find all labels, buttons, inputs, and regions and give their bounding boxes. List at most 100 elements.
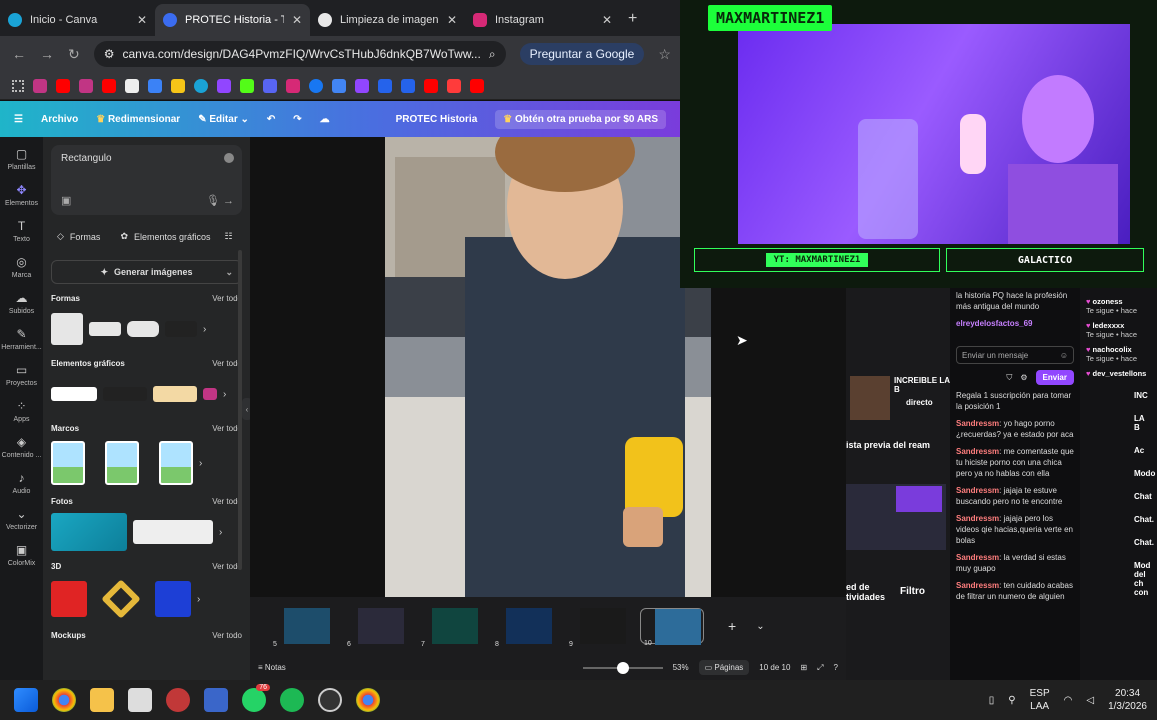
network-icon[interactable]: ⚲ <box>1008 695 1015 706</box>
tape-graphic[interactable] <box>153 386 197 402</box>
wifi-icon[interactable]: ◠ <box>1064 695 1073 706</box>
volume-icon[interactable]: ◁ <box>1086 695 1094 706</box>
file-menu[interactable]: Archivo <box>41 114 78 125</box>
bookmark-star-icon[interactable]: ☆ <box>658 46 671 63</box>
generate-images-button[interactable]: ✦ Generar imágenes ⌄ <box>51 260 242 284</box>
chevron-right-icon[interactable]: › <box>223 389 226 400</box>
rail-item-6[interactable]: ▭ Proyectos <box>0 363 43 387</box>
rail-item-9[interactable]: ♪ Audio <box>0 471 43 495</box>
chat-user[interactable]: Sandressm <box>956 581 999 590</box>
help-icon[interactable]: ? <box>834 663 838 672</box>
rail-item-4[interactable]: ☁ Subidos <box>0 291 43 315</box>
chatgpt-icon[interactable] <box>125 78 139 93</box>
blue-texture-photo[interactable] <box>51 513 127 551</box>
chat-input[interactable]: Enviar un mensaje ☺ <box>956 346 1074 364</box>
landscape-frame[interactable] <box>159 441 193 485</box>
side-label[interactable]: Chat. <box>1134 538 1154 547</box>
youtube-icon[interactable] <box>56 78 70 93</box>
whatsapp-icon[interactable]: 76 <box>242 684 270 712</box>
close-tab-icon[interactable]: ✕ <box>602 13 612 27</box>
microphone-icon[interactable]: 🎙 <box>206 195 220 207</box>
side-label[interactable]: Mod del ch con <box>1134 561 1151 597</box>
back-icon[interactable]: ← <box>12 46 26 62</box>
rail-item-11[interactable]: ▣ ColorMix <box>0 543 43 567</box>
side-label[interactable]: Chat. <box>1134 515 1154 524</box>
chat-user[interactable]: Sandressm <box>956 447 999 456</box>
page-thumbnail[interactable]: 9 <box>566 608 630 648</box>
zoom-slider[interactable] <box>582 661 663 674</box>
follow-event[interactable]: ♥ nachocolix Te sigue • hace <box>1080 342 1157 366</box>
side-label[interactable]: INC <box>1134 391 1151 400</box>
battery-icon[interactable]: ▯ <box>989 695 995 706</box>
page-thumbnail[interactable]: 7 <box>418 608 482 648</box>
notes-button[interactable]: ≡ Notas <box>258 663 286 672</box>
canva-icon[interactable] <box>194 78 208 93</box>
chat-user[interactable]: elreydelosfactos_69 <box>956 319 1033 328</box>
rectangle-shape[interactable] <box>89 322 121 336</box>
rail-item-8[interactable]: ◈ Contenido ... <box>0 435 43 459</box>
landscape-frame[interactable] <box>51 441 85 485</box>
redo-icon[interactable]: ↷ <box>293 114 301 125</box>
calculator-icon[interactable] <box>204 688 228 712</box>
clear-search-icon[interactable] <box>224 153 234 163</box>
fullscreen-icon[interactable]: ⤢ <box>817 663 823 673</box>
page-thumbnail[interactable]: 6 <box>344 608 408 648</box>
apps-grid-icon[interactable] <box>12 79 24 92</box>
emote-icon[interactable]: ☺ <box>1060 351 1068 360</box>
dark-graphic[interactable] <box>103 387 147 401</box>
resize-button[interactable]: ♛ Redimensionar <box>96 114 180 125</box>
paper-texture-photo[interactable] <box>133 520 213 544</box>
chat-user[interactable]: Sandressm <box>956 419 999 428</box>
follow-event[interactable]: ♥ ledexxxx Te sigue • hace <box>1080 318 1157 342</box>
zoom-search-icon[interactable]: ⌕ <box>489 47 496 62</box>
rail-item-10[interactable]: ⌄ Vectorizer <box>0 507 43 531</box>
bookmark-icon[interactable] <box>378 78 392 93</box>
close-tab-icon[interactable]: ✕ <box>137 13 147 27</box>
follow-event[interactable]: ♥ dev_vestellons <box>1080 366 1157 381</box>
square-shape[interactable] <box>51 313 83 345</box>
design-page-photo[interactable] <box>385 137 711 597</box>
close-tab-icon[interactable]: ✕ <box>447 13 457 27</box>
chat-user[interactable]: Sandressm <box>956 486 999 495</box>
facebook-icon[interactable] <box>309 78 323 93</box>
dark-rectangle-shape[interactable] <box>165 321 197 337</box>
close-tab-icon[interactable]: ✕ <box>292 13 302 27</box>
rail-item-7[interactable]: ⁘ Apps <box>0 399 43 423</box>
page-thumbnail[interactable]: 10 <box>640 608 704 647</box>
rail-item-1[interactable]: ✥ Elementos <box>0 183 43 207</box>
side-label[interactable]: Ac <box>1134 446 1151 455</box>
bookmark-icon[interactable] <box>79 78 93 93</box>
page-thumbnail[interactable]: 5 <box>270 608 334 648</box>
twitch-icon[interactable] <box>355 78 369 93</box>
rail-item-3[interactable]: ◎ Marca <box>0 255 43 279</box>
shapes-chip[interactable]: ◇ Formas <box>51 227 106 246</box>
submit-arrow-icon[interactable]: → <box>223 195 234 207</box>
obs-icon[interactable] <box>318 688 342 712</box>
red-cube-3d[interactable] <box>51 581 87 617</box>
follow-event[interactable]: ♥ ozoness Te sigue • hace <box>1080 294 1157 318</box>
ask-google-button[interactable]: Preguntar a Google <box>519 43 645 65</box>
tab-protec-historia[interactable]: PROTEC Historia - Tu ✕ <box>155 4 310 36</box>
instagram-icon[interactable] <box>286 78 300 93</box>
chat-user[interactable]: Sandressm <box>956 514 999 523</box>
chevron-right-icon[interactable]: › <box>199 458 202 469</box>
language-indicator[interactable]: ESP LAA <box>1030 687 1050 713</box>
chevron-down-icon[interactable]: ⌄ <box>756 621 764 632</box>
rail-item-5[interactable]: ✎ Herramient... <box>0 327 43 351</box>
image-search-icon[interactable]: ▣ <box>61 194 71 207</box>
url-field[interactable]: ⚙ canva.com/design/DAG4PvmzFIQ/WrvCsTHub… <box>93 41 506 67</box>
bookmark-icon[interactable] <box>401 78 415 93</box>
blue-cube-3d[interactable] <box>155 581 191 617</box>
white-bar-graphic[interactable] <box>51 387 97 401</box>
chat-user[interactable]: Sandressm <box>956 553 999 562</box>
cloud-saved-icon[interactable]: ☁ <box>320 114 330 125</box>
sidebar-toggle-icon[interactable]: ☰ <box>14 114 23 125</box>
pages-button[interactable]: ▭ Páginas <box>698 660 750 675</box>
gold-ring-3d[interactable] <box>101 579 141 619</box>
stream-preview-thumbnail[interactable] <box>846 484 946 550</box>
chevron-right-icon[interactable]: › <box>219 527 222 538</box>
tab-inicio-canva[interactable]: Inicio - Canva ✕ <box>0 4 155 36</box>
edit-menu[interactable]: ✎ Editar ⌄ <box>198 114 249 125</box>
tab-instagram[interactable]: Instagram ✕ <box>465 4 620 36</box>
page-thumbnail[interactable]: 8 <box>492 608 556 648</box>
